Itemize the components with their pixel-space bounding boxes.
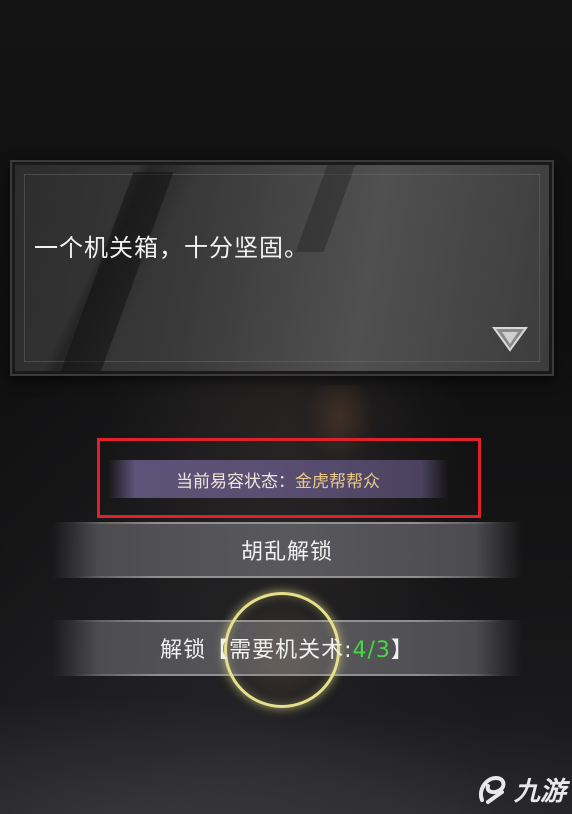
watermark: 九游 (474, 771, 566, 808)
unlock-suffix: 】 (390, 638, 414, 663)
game-screen: 一个机关箱，十分坚固。 当前易容状态： 金虎帮帮众 胡乱解锁 解锁【需要机关术:… (0, 0, 572, 814)
unlock-prefix: 解锁【需要机关术: (160, 638, 353, 663)
dialog-box[interactable]: 一个机关箱，十分坚固。 (10, 160, 554, 376)
unlock-skill-separator: / (367, 638, 376, 663)
down-triangle-icon[interactable] (490, 324, 530, 354)
random-unlock-button[interactable]: 胡乱解锁 (52, 522, 522, 578)
unlock-skill-required: 3 (375, 638, 391, 663)
watermark-text: 九游 (513, 777, 566, 807)
random-unlock-label: 胡乱解锁 (240, 540, 333, 565)
unlock-label: 解锁【需要机关术:4/3】 (160, 632, 414, 664)
unlock-skill-current: 4 (352, 638, 368, 663)
highlight-frame (97, 438, 481, 518)
dialog-text: 一个机关箱，十分坚固。 (34, 234, 309, 262)
jiuyou-logo-icon (479, 775, 506, 804)
